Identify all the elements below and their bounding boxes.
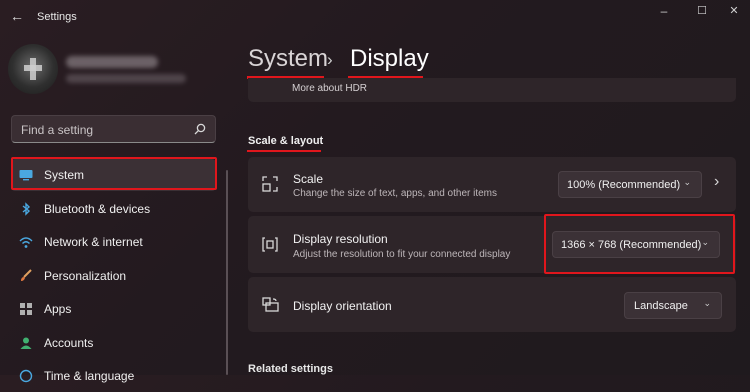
search-placeholder: Find a setting <box>21 123 94 137</box>
search-icon[interactable] <box>194 123 206 135</box>
resolution-highlight-annotation <box>544 214 735 274</box>
sidebar-item-label: Personalization <box>44 269 127 283</box>
maximize-icon[interactable]: ☐ <box>692 4 712 18</box>
hdr-card[interactable]: More about HDR <box>248 78 736 102</box>
page-title: Display <box>350 45 429 72</box>
section-title-underline <box>247 150 321 152</box>
close-icon[interactable]: ✕ <box>724 4 744 18</box>
chevron-down-icon: ⌄ <box>703 298 711 308</box>
orientation-card[interactable]: Display orientation Landscape ⌄ <box>248 277 736 332</box>
sidebar-item-label: Time & language <box>44 369 135 383</box>
chevron-right-icon[interactable]: › <box>714 173 719 191</box>
sidebar-item-apps[interactable]: Apps <box>11 293 216 325</box>
section-title: Scale & layout <box>248 135 324 147</box>
sidebar-item-network[interactable]: Network & internet <box>11 226 216 258</box>
scale-subtitle: Change the size of text, apps, and other… <box>293 188 498 199</box>
title-bar: ← Settings – ☐ ✕ <box>0 0 750 32</box>
search-input[interactable]: Find a setting <box>11 115 216 143</box>
scale-card[interactable]: Scale Change the size of text, apps, and… <box>248 157 736 212</box>
sidebar-item-label: Apps <box>44 302 72 316</box>
sidebar-item-time-language[interactable]: Time & language <box>11 360 216 392</box>
sidebar-scrollbar[interactable] <box>226 170 228 375</box>
sidebar-item-accounts[interactable]: Accounts <box>11 327 216 359</box>
clock-globe-icon <box>19 369 33 383</box>
sidebar-item-bluetooth[interactable]: Bluetooth & devices <box>11 193 216 225</box>
bluetooth-icon <box>22 202 31 216</box>
sidebar-item-label: Bluetooth & devices <box>44 202 151 216</box>
scale-dropdown[interactable]: 100% (Recommended) ⌄ <box>558 171 702 198</box>
app-title: Settings <box>37 11 77 23</box>
brush-icon <box>21 269 32 281</box>
profile-email-blurred <box>66 74 186 83</box>
chevron-down-icon: ⌄ <box>683 177 691 187</box>
chevron-right-icon: › <box>327 50 333 69</box>
orientation-dropdown-value: Landscape <box>634 300 688 312</box>
scale-icon <box>262 176 278 192</box>
system-highlight-annotation <box>11 157 217 190</box>
resolution-subtitle: Adjust the resolution to fit your connec… <box>293 249 511 260</box>
back-arrow-icon[interactable]: ← <box>10 9 26 23</box>
apps-icon <box>20 303 32 315</box>
person-icon <box>20 337 32 349</box>
sidebar-item-personalization[interactable]: Personalization <box>11 260 216 292</box>
minimize-icon[interactable]: – <box>654 4 674 18</box>
resolution-title: Display resolution <box>293 232 388 246</box>
related-settings-title: Related settings <box>248 363 333 375</box>
orientation-title: Display orientation <box>293 299 392 313</box>
breadcrumb-parent[interactable]: System <box>248 45 328 73</box>
resolution-icon <box>262 237 278 252</box>
wifi-icon <box>19 237 33 248</box>
scale-title: Scale <box>293 172 324 186</box>
orientation-dropdown[interactable]: Landscape ⌄ <box>624 292 722 319</box>
scale-dropdown-value: 100% (Recommended) <box>567 179 681 191</box>
profile-name-blurred <box>66 56 158 68</box>
avatar-silhouette-icon <box>24 58 42 80</box>
sidebar-item-label: Network & internet <box>44 235 143 249</box>
orientation-icon <box>262 297 279 312</box>
sidebar-item-label: Accounts <box>44 336 94 350</box>
hdr-link[interactable]: More about HDR <box>292 83 367 94</box>
